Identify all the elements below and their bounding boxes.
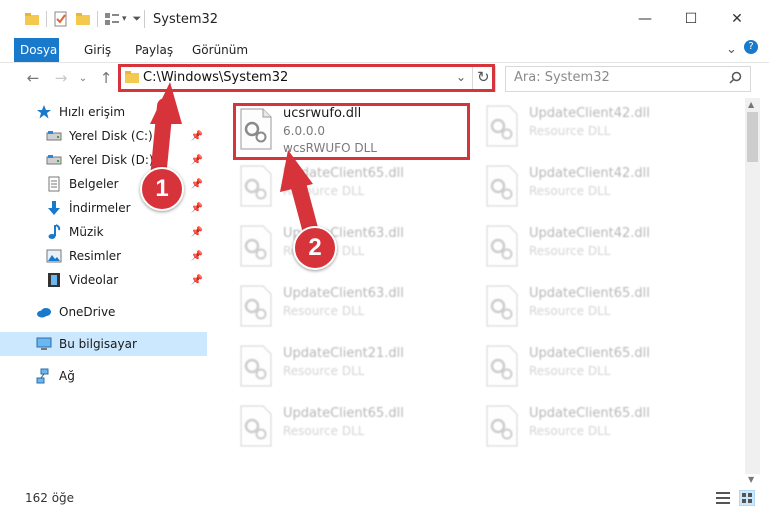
annotation-arrows (150, 82, 320, 244)
step-1-badge: 1 (140, 167, 184, 211)
step-2-badge: 2 (293, 226, 337, 270)
